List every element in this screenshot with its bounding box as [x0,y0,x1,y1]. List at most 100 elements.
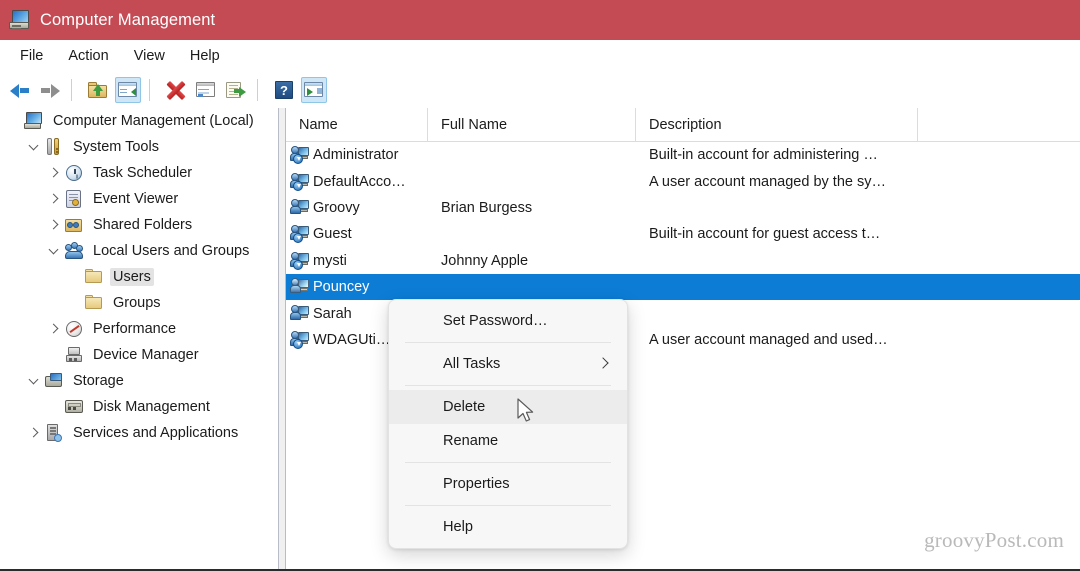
show-hide-action-pane-icon[interactable] [301,77,327,103]
forward-arrow-icon[interactable] [37,77,63,103]
tree-item-groups[interactable]: Groups [0,290,278,316]
user-name-label: WDAGUti… [313,331,391,348]
tree-item-storage[interactable]: Storage [0,368,278,394]
user-disabled-icon [290,225,309,244]
description-label: A user account managed by the sy… [649,173,886,190]
tree-item-disk-management[interactable]: Disk Management [0,394,278,420]
toolbar-action-group [156,77,251,103]
toolbar-separator [71,79,72,101]
column-header-full-name[interactable]: Full Name [428,108,636,141]
context-menu-item-label: Set Password… [443,313,548,329]
column-header-description[interactable]: Description [636,108,918,141]
user-name-label: Administrator [313,147,399,164]
properties-icon[interactable] [193,77,219,103]
toolbar-nav-group [0,77,65,103]
tree-item-label: Groups [113,295,161,311]
delete-icon[interactable] [163,77,189,103]
table-row[interactable]: Administrator Built-in account for admini… [286,142,1080,168]
user-disabled-icon [290,251,309,270]
chevron-down-icon[interactable] [26,139,42,155]
chevron-right-icon[interactable] [46,321,62,337]
menu-item-help[interactable]: Help [179,45,231,67]
tree-item-system-tools[interactable]: System Tools [0,134,278,160]
cell-name: mysti [286,251,428,270]
tree-item-label: Users [110,268,154,286]
folder-icon [84,294,104,312]
chevron-right-icon[interactable] [26,425,42,441]
toolbar-separator [149,79,150,101]
menu-item-action[interactable]: Action [57,45,119,67]
show-hide-console-tree-icon[interactable] [115,77,141,103]
tree-item-services-and-applications[interactable]: Services and Applications [0,420,278,446]
tree-twisty-spacer [6,113,22,129]
chevron-right-icon[interactable] [46,165,62,181]
pane-splitter[interactable] [278,108,286,570]
tree-twisty-spacer [46,399,62,415]
column-header-name[interactable]: Name [286,108,428,141]
user-name-label: Groovy [313,199,360,216]
table-row[interactable]: DefaultAcco… A user account managed by th… [286,168,1080,194]
computer-management-icon [9,9,31,31]
context-menu-item-help[interactable]: Help [389,510,627,544]
context-menu-item-rename[interactable]: Rename [389,424,627,458]
context-menu-item-label: Properties [443,476,510,492]
user-name-label: DefaultAcco… [313,173,406,190]
computer-management-window: Computer Management File Action View Help [0,0,1080,571]
context-menu-item-all-tasks[interactable]: All Tasks [389,347,627,381]
menu-item-view[interactable]: View [123,45,176,67]
console-tree-pane: Computer Management (Local) System Tools T… [0,108,278,570]
context-menu-item-label: Delete [443,399,486,415]
chevron-down-icon[interactable] [46,243,62,259]
context-menu-item-label: Help [443,519,474,535]
user-icon [290,304,309,323]
export-list-icon[interactable] [223,77,249,103]
context-menu-item-delete[interactable]: Delete [389,390,627,424]
tree-item-performance[interactable]: Performance [0,316,278,342]
list-column-headers: Name Full Name Description [286,108,1080,142]
context-menu-item-properties[interactable]: Properties [389,467,627,501]
context-menu: Set Password… All Tasks Delete Rename Proper… [388,299,628,549]
cell-name: Guest [286,225,428,244]
tree-item-event-viewer[interactable]: Event Viewer [0,186,278,212]
tree-item-shared-folders[interactable]: Shared Folders [0,212,278,238]
column-header-label: Full Name [441,116,508,133]
toolbar-view-group [78,77,143,103]
cell-full-name: Brian Burgess [428,200,636,216]
user-name-label: Guest [313,226,352,243]
clock-icon [64,164,84,182]
local-users-groups-icon [64,242,84,260]
table-row[interactable]: Guest Built-in account for guest access t… [286,221,1080,247]
table-row[interactable]: Groovy Brian Burgess [286,195,1080,221]
chevron-down-icon[interactable] [26,373,42,389]
cell-description: A user account managed by the sy… [636,174,1078,190]
chevron-right-icon[interactable] [46,191,62,207]
context-menu-item-label: All Tasks [443,356,501,372]
tree-item-task-scheduler[interactable]: Task Scheduler [0,160,278,186]
folder-icon [84,268,104,286]
table-row[interactable]: mysti Johnny Apple [286,248,1080,274]
performance-icon [64,320,84,338]
system-tools-icon [44,138,64,156]
toolbar-help-group: ? [264,77,329,103]
back-arrow-icon[interactable] [7,77,33,103]
storage-icon [44,372,64,390]
user-icon [290,198,309,217]
window-title: Computer Management [40,10,216,29]
user-disabled-icon [290,146,309,165]
help-icon[interactable]: ? [271,77,297,103]
tree-item-computer-management-local[interactable]: Computer Management (Local) [0,108,278,134]
tree-item-device-manager[interactable]: Device Manager [0,342,278,368]
context-menu-separator [405,505,611,506]
cell-description: A user account managed and used… [636,332,1078,348]
full-name-label: Brian Burgess [441,199,533,216]
user-name-label: Pouncey [313,279,370,296]
table-row[interactable]: Pouncey [286,273,1080,301]
menu-item-file[interactable]: File [9,45,54,67]
chevron-right-icon[interactable] [46,217,62,233]
context-menu-separator [405,462,611,463]
tree-item-local-users-and-groups[interactable]: Local Users and Groups [0,238,278,264]
up-one-level-folder-icon[interactable] [85,77,111,103]
tree-item-users[interactable]: Users [0,264,278,290]
tree-item-label: Device Manager [93,347,199,363]
context-menu-item-set-password[interactable]: Set Password… [389,304,627,338]
